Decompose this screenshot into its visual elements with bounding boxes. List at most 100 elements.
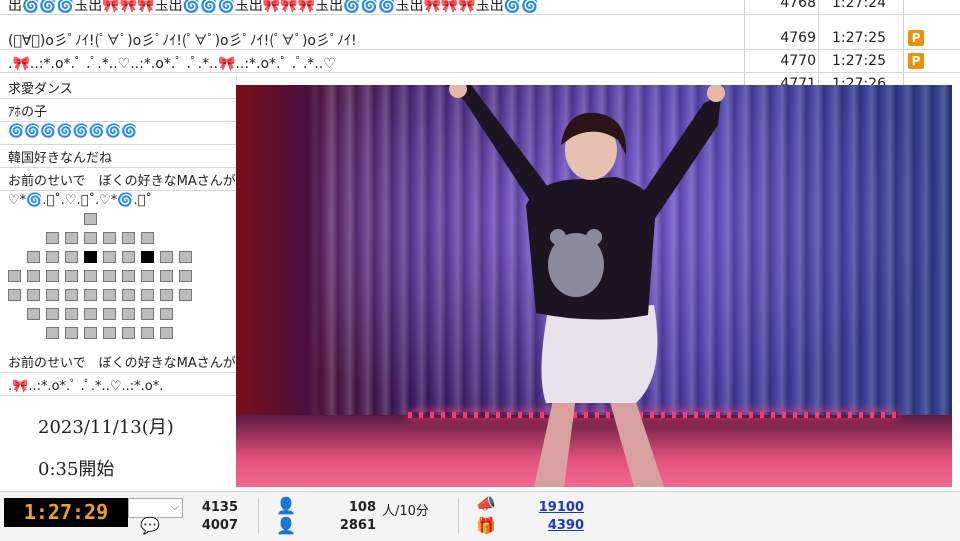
comment-time: 1:27:24 xyxy=(832,0,886,11)
comment-number: 4768 xyxy=(780,0,816,11)
comment-text: .🎀..:*.o*.ﾟ .ﾟ.*..♡..:*.o*.ﾟ .ﾟ.*..🎀..:*… xyxy=(8,56,336,72)
art-block xyxy=(84,327,97,339)
comment-time: 1:27:25 xyxy=(832,53,886,69)
comment-row[interactable]: 出🌀🌀🌀玉出🎀🎀🎀玉出🌀🌀🌀玉出🎀🎀🎀玉出🌀🌀🌀玉出🎀🎀🎀玉出🌀🌀 4768 1… xyxy=(0,0,960,15)
stat-value: 4007 xyxy=(201,518,238,533)
art-block xyxy=(84,232,97,244)
art-block xyxy=(46,308,59,320)
art-block xyxy=(141,251,154,263)
list-item[interactable]: ♡*🌀.ﾟ˚.♡.ﾟ˚.♡*🌀.ﾟ˚ xyxy=(0,190,236,213)
comment-time: 1:27:25 xyxy=(832,30,886,46)
art-block xyxy=(27,251,40,263)
art-block xyxy=(122,308,135,320)
comment-icon: 💬 xyxy=(140,516,160,535)
viewer-rate-unit: 人/10分 xyxy=(382,504,429,519)
art-block xyxy=(27,289,40,301)
person-icon: 👤 xyxy=(276,496,296,515)
stream-start-time: 0:35開始 xyxy=(38,459,115,480)
comment-text: (ﾟ∀ﾟ)o彡ﾟﾉｲ!(ﾟ∀ﾟ)o彡ﾟﾉｲ!(ﾟ∀ﾟ)o彡ﾟﾉｲ!(ﾟ∀ﾟ)o彡… xyxy=(8,33,357,49)
comment-number: 4770 xyxy=(780,53,816,69)
megaphone-icon: 📣 xyxy=(476,494,496,513)
art-block xyxy=(103,251,116,263)
art-block xyxy=(160,308,173,320)
art-block xyxy=(141,308,154,320)
chevron-down-icon: ⌵ xyxy=(170,500,179,513)
art-block xyxy=(122,327,135,339)
art-block xyxy=(27,270,40,282)
art-block xyxy=(122,232,135,244)
art-block xyxy=(65,232,78,244)
comment-row[interactable]: .🎀..:*.o*.ﾟ .ﾟ.*..♡..:*.o*.ﾟ .ﾟ.*..🎀..:*… xyxy=(0,50,960,73)
divider xyxy=(258,498,259,534)
art-block xyxy=(122,270,135,282)
art-block xyxy=(84,289,97,301)
gift-points-link[interactable]: 4390 xyxy=(510,518,584,533)
comment-overflow-panel: 求愛ダンス ｱﾎの子 🌀🌀🌀🌀🌀🌀🌀🌀 韓国好きなんだね お前のせいで ぼくの好… xyxy=(0,75,237,403)
art-block xyxy=(179,251,192,263)
stream-date: 2023/11/13(月) xyxy=(38,417,174,438)
art-block xyxy=(65,308,78,320)
dancer-figure xyxy=(446,85,725,487)
list-item[interactable]: 韓国好きなんだね xyxy=(0,144,236,168)
list-item-text: 求愛ダンス xyxy=(8,82,73,97)
art-block xyxy=(65,270,78,282)
art-block xyxy=(122,289,135,301)
viewer-rate: 108 xyxy=(348,500,376,515)
list-item[interactable]: .🎀..:*.o*.ﾟ .ﾟ.*..♡..:*.o*. xyxy=(0,372,236,396)
art-block xyxy=(65,289,78,301)
art-block xyxy=(65,251,78,263)
list-item[interactable]: お前のせいで ぼくの好きなMAさんが xyxy=(0,167,236,191)
art-block xyxy=(27,308,40,320)
list-item-text: 韓国好きなんだね xyxy=(8,151,113,166)
comment-row[interactable]: (ﾟ∀ﾟ)o彡ﾟﾉｲ!(ﾟ∀ﾟ)o彡ﾟﾉｲ!(ﾟ∀ﾟ)o彡ﾟﾉｲ!(ﾟ∀ﾟ)o彡… xyxy=(0,27,960,50)
option-select[interactable]: ⌵ xyxy=(128,498,183,518)
list-item[interactable]: お前のせいで ぼくの好きなMAさんが xyxy=(0,349,236,373)
stat-value: 4135 xyxy=(201,500,238,515)
art-block xyxy=(46,232,59,244)
list-item[interactable]: 求愛ダンス xyxy=(0,75,236,99)
art-block xyxy=(141,289,154,301)
list-item-text: お前のせいで ぼくの好きなMAさんが xyxy=(8,174,236,189)
art-block xyxy=(179,270,192,282)
art-block xyxy=(8,289,21,301)
list-item-text: ｱﾎの子 xyxy=(8,105,48,120)
elapsed-time: 1:27:29 xyxy=(4,498,128,527)
total-viewers: 2861 xyxy=(339,518,376,533)
art-block xyxy=(141,327,154,339)
art-block xyxy=(160,270,173,282)
list-item[interactable]: ｱﾎの子 xyxy=(0,98,236,122)
art-block xyxy=(8,270,21,282)
people-icon: 👤 xyxy=(276,516,296,535)
art-block xyxy=(84,308,97,320)
art-block xyxy=(65,327,78,339)
ad-points-link[interactable]: 19100 xyxy=(510,500,584,515)
premium-badge: P xyxy=(908,53,924,69)
art-block xyxy=(141,232,154,244)
list-item-text: .🎀..:*.o*.ﾟ .ﾟ.*..♡..:*.o*. xyxy=(8,379,164,394)
art-block xyxy=(46,289,59,301)
art-block xyxy=(179,289,192,301)
art-block xyxy=(103,270,116,282)
list-item[interactable]: 🌀🌀🌀🌀🌀🌀🌀🌀 xyxy=(0,121,236,145)
comment-number: 4769 xyxy=(780,30,816,46)
art-block xyxy=(160,289,173,301)
video-player[interactable] xyxy=(236,85,952,487)
art-block xyxy=(103,289,116,301)
status-bar: 1:27:29 ⌵ 💬 4135 4007 👤 👤 108 人/10分 2861… xyxy=(0,491,960,541)
comment-text: 出🌀🌀🌀玉出🎀🎀🎀玉出🌀🌀🌀玉出🎀🎀🎀玉出🌀🌀🌀玉出🎀🎀🎀玉出🌀🌀 xyxy=(8,0,539,14)
art-block xyxy=(103,308,116,320)
stream-info: 2023/11/13(月) 0:35開始 xyxy=(0,403,236,491)
art-block xyxy=(46,270,59,282)
art-block xyxy=(160,327,173,339)
art-block xyxy=(103,232,116,244)
art-block xyxy=(122,251,135,263)
list-item-text: 🌀🌀🌀🌀🌀🌀🌀🌀 xyxy=(8,124,138,139)
divider xyxy=(458,498,459,534)
art-block xyxy=(46,251,59,263)
list-item-text: ♡*🌀.ﾟ˚.♡.ﾟ˚.♡*🌀.ﾟ˚ xyxy=(8,193,152,208)
gift-icon: 🎁 xyxy=(476,516,496,535)
premium-badge: P xyxy=(908,30,924,46)
art-block xyxy=(46,327,59,339)
art-block xyxy=(141,270,154,282)
art-block xyxy=(84,251,97,263)
